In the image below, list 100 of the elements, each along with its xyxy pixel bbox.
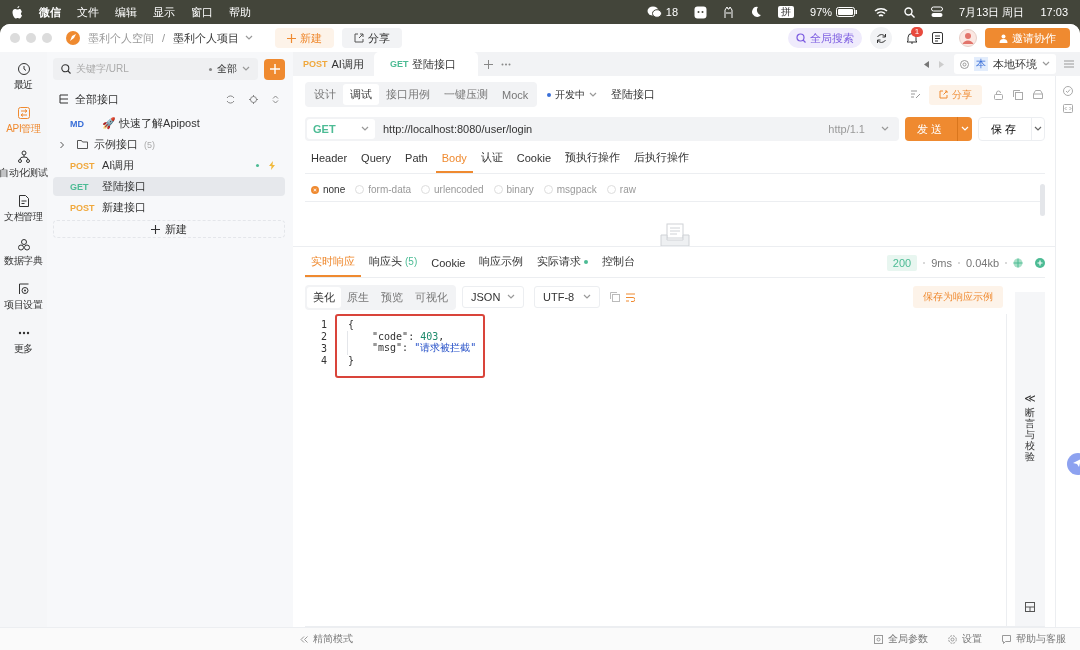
toggles-icon[interactable] xyxy=(931,6,944,18)
global-params-button[interactable]: 全局参数 xyxy=(874,632,928,646)
response-tab[interactable]: 实际请求 xyxy=(531,254,595,277)
more-icon[interactable] xyxy=(501,62,512,66)
copy-icon[interactable] xyxy=(610,292,620,302)
nav-item[interactable]: 最近 xyxy=(13,60,34,94)
param-tab[interactable]: 预执行操作 xyxy=(559,146,626,173)
format-dropdown[interactable]: JSON xyxy=(462,286,524,308)
request-tab[interactable]: GET 登陆接口 xyxy=(373,52,479,76)
mode-tab[interactable]: 一键压测 xyxy=(437,84,495,105)
double-chevron-left-icon xyxy=(300,635,308,643)
assertion-panel[interactable]: ≪ 断言与校验 xyxy=(1015,292,1045,626)
view-tab[interactable]: 美化 xyxy=(307,286,341,308)
menu-item[interactable]: 文件 xyxy=(77,4,99,20)
layout-icon[interactable] xyxy=(1025,602,1035,612)
new-api-button[interactable]: 新建 xyxy=(53,220,285,238)
filter-dropdown[interactable]: 全部 xyxy=(209,62,250,76)
param-tab[interactable]: Path xyxy=(399,146,434,173)
cat-face-icon[interactable] xyxy=(694,5,707,19)
param-tab[interactable]: 后执行操作 xyxy=(628,146,695,173)
tree-item[interactable]: POST 新建接口 xyxy=(53,198,285,217)
param-tab[interactable]: 认证 xyxy=(474,146,509,173)
body-type-radio[interactable]: none xyxy=(311,184,346,195)
box-icon[interactable] xyxy=(1033,90,1043,99)
chevron-right-icon[interactable] xyxy=(59,140,65,149)
url-field[interactable]: http://localhost:8080/user/login xyxy=(377,123,829,135)
mode-tab[interactable]: 接口用例 xyxy=(379,84,437,105)
copy-icon[interactable] xyxy=(1013,89,1023,100)
global-search-button[interactable]: 全局搜索 xyxy=(788,28,862,48)
tree-item[interactable]: POST AI调用 xyxy=(53,156,285,175)
view-tab[interactable]: 原生 xyxy=(341,286,375,308)
chat-bubbles-icon[interactable] xyxy=(646,6,662,18)
param-tab[interactable]: Query xyxy=(355,146,398,173)
flow-icon xyxy=(16,150,31,164)
response-tab[interactable]: Cookie xyxy=(425,257,472,277)
share-button[interactable]: 分享 xyxy=(342,28,403,48)
search-field[interactable]: 关键字/URL 全部 xyxy=(53,58,258,80)
globe-icon[interactable] xyxy=(1013,258,1023,268)
moon-icon[interactable] xyxy=(750,6,762,18)
edit-icon[interactable] xyxy=(911,90,921,99)
wrap-icon[interactable] xyxy=(626,292,635,302)
menu-item[interactable]: 窗口 xyxy=(191,4,213,20)
response-tab[interactable]: 响应示例 xyxy=(473,254,530,277)
mode-tab[interactable]: 调试 xyxy=(343,84,379,105)
lock-icon[interactable] xyxy=(994,89,1003,100)
figure-icon[interactable] xyxy=(723,5,734,19)
nav-item[interactable]: 自动化测试 xyxy=(0,148,48,182)
document-icon[interactable] xyxy=(932,32,943,44)
add-circle-icon[interactable] xyxy=(1035,258,1045,268)
settings-button[interactable]: 设置 xyxy=(948,632,982,646)
param-tab[interactable]: Cookie xyxy=(510,146,557,173)
encoding-dropdown[interactable]: UTF-8 xyxy=(534,286,600,308)
avatar-icon[interactable] xyxy=(959,29,977,47)
bell-icon[interactable] xyxy=(906,32,918,44)
arrow-left-icon[interactable] xyxy=(924,60,929,68)
request-tab[interactable]: POST AI调用 xyxy=(293,52,374,76)
help-button[interactable]: 帮助与客服 xyxy=(1002,632,1066,646)
search-icon[interactable] xyxy=(904,6,916,18)
menu-item[interactable]: 编辑 xyxy=(115,4,137,20)
check-circle-icon[interactable] xyxy=(1063,86,1073,96)
code-icon[interactable] xyxy=(1063,104,1073,113)
project-selector[interactable]: 墨利个人项目 xyxy=(173,30,254,46)
menu-icon[interactable] xyxy=(1064,60,1074,68)
param-tab[interactable]: Header xyxy=(305,146,354,173)
compact-mode-toggle[interactable]: 精简模式 xyxy=(300,632,353,646)
save-button[interactable]: 保存 xyxy=(978,117,1045,141)
add-button[interactable] xyxy=(264,58,285,80)
response-tab[interactable]: 控制台 xyxy=(596,254,642,277)
status-selector[interactable]: 开发中 xyxy=(547,87,598,102)
response-tab[interactable]: 响应头 (5) xyxy=(363,254,424,277)
refresh-icon[interactable] xyxy=(226,94,235,104)
nav-item[interactable]: 文档管理 xyxy=(4,192,43,226)
plus-icon[interactable] xyxy=(484,59,494,69)
nav-item[interactable]: 数据字典 xyxy=(4,236,43,270)
menu-item[interactable]: 微信 xyxy=(39,4,61,20)
menu-item[interactable]: 显示 xyxy=(153,4,175,20)
refresh-icon xyxy=(875,32,887,44)
locate-icon[interactable] xyxy=(249,94,258,104)
menu-item[interactable]: 帮助 xyxy=(229,4,251,20)
mode-tab[interactable]: Mock xyxy=(495,84,536,105)
nav-item[interactable]: 项目设置 xyxy=(4,280,43,314)
environment-selector[interactable]: 本 本地环境 xyxy=(954,54,1056,74)
code-line: { xyxy=(347,318,355,330)
tree-item[interactable]: MD 🚀 快速了解Apipost xyxy=(53,114,285,133)
chevron-down-icon xyxy=(589,91,598,98)
tree-root-label[interactable]: 全部接口 xyxy=(75,91,119,107)
battery-icon[interactable] xyxy=(836,7,859,17)
arrow-right-icon[interactable] xyxy=(939,60,944,68)
tree-item[interactable]: 示例接口 (5) xyxy=(53,135,285,154)
refresh-button[interactable] xyxy=(870,27,892,49)
view-tab[interactable]: 可视化 xyxy=(409,286,454,308)
sort-icon[interactable] xyxy=(272,94,279,104)
view-tab[interactable]: 预览 xyxy=(375,286,409,308)
apple-icon[interactable] xyxy=(12,5,23,19)
scrollbar[interactable] xyxy=(1040,184,1045,216)
wifi-icon[interactable] xyxy=(874,6,889,18)
mode-tab[interactable]: 设计 xyxy=(307,84,343,105)
nav-item[interactable]: 更多 xyxy=(13,324,34,358)
tree-item[interactable]: GET 登陆接口 xyxy=(53,177,285,196)
input-method-indicator[interactable]: 拼 xyxy=(778,6,794,18)
